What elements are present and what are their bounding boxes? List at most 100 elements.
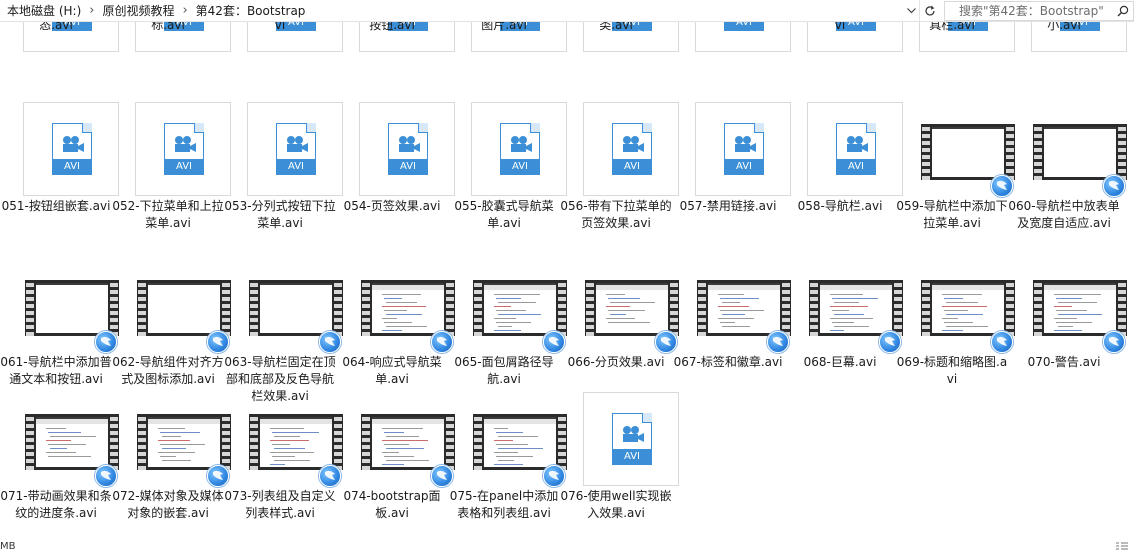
breadcrumb-separator-icon[interactable]: › xyxy=(177,0,192,22)
file-name: 062-导航组件对齐方式及图标添加.avi xyxy=(112,355,224,386)
avi-badge: AVI xyxy=(724,159,764,175)
file-thumbnail: AVI xyxy=(448,102,567,196)
file-name: 051-按钮组嵌套.avi xyxy=(1,199,111,213)
breadcrumb-drive[interactable]: 本地磁盘 (H:) xyxy=(4,0,84,22)
address-path[interactable]: 本地磁盘 (H:) › 原创视频教程 › 第42套：Bootstrap xyxy=(0,0,940,22)
file-grid[interactable]: AVI041-表单控件的状态.aviAVI042-添加额外的图标.aviAVI0… xyxy=(0,22,1134,542)
file-item[interactable]: AVI 054-页签效果.avi xyxy=(336,102,455,242)
file-thumbnail xyxy=(896,102,1015,197)
file-item[interactable]: 059-导航栏中添加下拉菜单.avi xyxy=(896,102,1015,242)
file-item[interactable]: AVI 051-按钮组嵌套.avi xyxy=(0,102,119,242)
file-item[interactable]: AVI 055-胶囊式导航菜单.avi xyxy=(448,102,567,242)
video-thumbnail-film-icon xyxy=(1033,124,1127,180)
file-name: 066-分页效果.avi xyxy=(567,355,665,369)
file-item[interactable]: AVI050-按钮组的尺寸大小.avi xyxy=(1008,22,1127,98)
refresh-icon[interactable] xyxy=(919,0,939,22)
file-name: 065-面包屑路径导航.avi xyxy=(454,355,554,386)
video-file-icon: AVI xyxy=(695,102,791,196)
file-thumbnail xyxy=(336,392,455,487)
file-item[interactable]: AVI 058-导航栏.avi xyxy=(784,102,903,242)
file-item[interactable]: 067-标签和徽章.avi xyxy=(672,258,791,398)
file-name: 056-带有下拉菜单的页签效果.avi xyxy=(560,199,672,230)
file-thumbnail: AVI xyxy=(784,102,903,196)
file-item[interactable]: 072-媒体对象及媒体对象的嵌套.avi xyxy=(112,392,231,532)
video-thumbnail-film-icon xyxy=(473,414,567,470)
details-view-icon[interactable] xyxy=(1116,542,1128,553)
breadcrumb-separator-icon[interactable]: › xyxy=(84,0,99,22)
file-item[interactable]: AVI044-Bootstrap中的按钮.avi xyxy=(336,22,455,98)
file-item[interactable]: AVI047-字体图标.avi xyxy=(672,22,791,98)
file-name: 053-分列式按钮下拉菜单.avi xyxy=(224,199,336,230)
video-file-icon: AVI xyxy=(695,22,791,52)
file-name: 045-Bootstrap中的图片.avi xyxy=(481,22,527,32)
search-box[interactable] xyxy=(944,1,1134,21)
file-name: 069-标题和缩略图.avi xyxy=(896,355,1008,386)
file-item[interactable]: AVI048-下拉菜单制作.avi xyxy=(784,22,903,98)
file-item[interactable]: AVI045-Bootstrap中的图片.avi xyxy=(448,22,567,98)
video-thumbnail-film-icon xyxy=(809,280,903,336)
avi-badge: AVI xyxy=(612,449,652,465)
file-name: 070-警告.avi xyxy=(1027,355,1101,369)
file-name: 055-胶囊式导航菜单.avi xyxy=(454,199,554,230)
file-item[interactable]: AVI 056-带有下拉菜单的页签效果.avi xyxy=(560,102,679,242)
file-item[interactable]: 073-列表组及自定义列表样式.avi xyxy=(224,392,343,532)
avi-badge: AVI xyxy=(500,159,540,175)
status-text: MB xyxy=(0,541,16,552)
file-name: 058-导航栏.avi xyxy=(797,199,883,213)
file-item[interactable]: 075-在panel中添加表格和列表组.avi xyxy=(448,392,567,532)
file-name: 044-Bootstrap中的按钮.avi xyxy=(369,22,415,32)
file-name: 041-表单控件的状态.avi xyxy=(39,22,73,32)
video-file-icon: AVI xyxy=(359,102,455,196)
file-item[interactable]: 066-分页效果.avi xyxy=(560,258,679,398)
file-thumbnail: AVI xyxy=(0,102,119,196)
avi-badge: AVI xyxy=(836,159,876,175)
search-input[interactable] xyxy=(945,2,1113,20)
file-item[interactable]: AVI046-Bootstrap辅助类.avi xyxy=(560,22,679,98)
file-name: 067-标签和徽章.avi xyxy=(673,355,783,369)
file-item[interactable]: 061-导航栏中添加普通文本和按钮.avi xyxy=(0,258,119,398)
chevron-down-icon[interactable] xyxy=(903,0,919,22)
video-thumbnail-film-icon xyxy=(25,414,119,470)
media-player-icon xyxy=(1103,331,1125,353)
address-bar[interactable]: 本地磁盘 (H:) › 原创视频教程 › 第42套：Bootstrap xyxy=(0,0,1134,22)
file-item[interactable]: 064-响应式导航菜单.avi xyxy=(336,258,455,398)
file-item[interactable]: 071-带动画效果和条纹的进度条.avi xyxy=(0,392,119,532)
file-item[interactable]: 069-标题和缩略图.avi xyxy=(896,258,1015,398)
file-item[interactable]: 063-导航栏固定在顶部和底部及反色导航栏效果.avi xyxy=(224,258,343,403)
file-name: 072-媒体对象及媒体对象的嵌套.avi xyxy=(112,489,224,520)
file-item[interactable]: AVI 052-下拉菜单和上拉菜单.avi xyxy=(112,102,231,242)
file-name: 076-使用well实现嵌入效果.avi xyxy=(560,489,672,520)
search-icon[interactable] xyxy=(1113,2,1133,20)
breadcrumb: 本地磁盘 (H:) › 原创视频教程 › 第42套：Bootstrap xyxy=(4,0,308,22)
file-name: 064-响应式导航菜单.avi xyxy=(342,355,442,386)
breadcrumb-folder-tutorials[interactable]: 原创视频教程 xyxy=(99,0,177,22)
file-item[interactable]: AVI 057-禁用链接.avi xyxy=(672,102,791,242)
video-thumbnail-film-icon xyxy=(361,414,455,470)
avi-badge: AVI xyxy=(276,159,316,175)
file-item[interactable]: 068-巨幕.avi xyxy=(784,258,903,398)
file-item[interactable]: AVI 076-使用well实现嵌入效果.avi xyxy=(560,392,679,532)
file-item[interactable]: 065-面包屑路径导航.avi xyxy=(448,258,567,398)
file-item[interactable]: 070-警告.avi xyxy=(1008,258,1127,398)
file-item[interactable]: AVI041-表单控件的状态.avi xyxy=(0,22,119,98)
file-name: 054-页签效果.avi xyxy=(343,199,441,213)
file-item[interactable]: AVI042-添加额外的图标.avi xyxy=(112,22,231,98)
avi-badge: AVI xyxy=(724,22,764,31)
video-thumbnail-film-icon xyxy=(921,124,1015,180)
file-name: 068-巨幕.avi xyxy=(803,355,877,369)
file-item[interactable]: 062-导航组件对齐方式及图标添加.avi xyxy=(112,258,231,398)
file-thumbnail xyxy=(672,258,791,353)
file-name: 043-控件尺寸大小.avi xyxy=(274,22,286,32)
video-file-icon: AVI xyxy=(807,102,903,196)
file-item[interactable]: 060-导航栏中放表单及宽度自适应.avi xyxy=(1008,102,1127,242)
breadcrumb-folder-current[interactable]: 第42套：Bootstrap xyxy=(193,0,309,22)
file-item[interactable]: AVI 053-分列式按钮下拉菜单.avi xyxy=(224,102,343,242)
video-file-icon: AVI xyxy=(23,102,119,196)
file-item[interactable]: 074-bootstrap面板.avi xyxy=(336,392,455,532)
file-thumbnail: AVI xyxy=(112,102,231,196)
file-item[interactable]: AVI043-控件尺寸大小.avi xyxy=(224,22,343,98)
video-thumbnail-film-icon xyxy=(25,280,119,336)
file-item[interactable]: AVI049-按钮组和按钮工具栏.avi xyxy=(896,22,1015,98)
file-thumbnail xyxy=(1008,258,1127,353)
file-thumbnail xyxy=(112,392,231,487)
